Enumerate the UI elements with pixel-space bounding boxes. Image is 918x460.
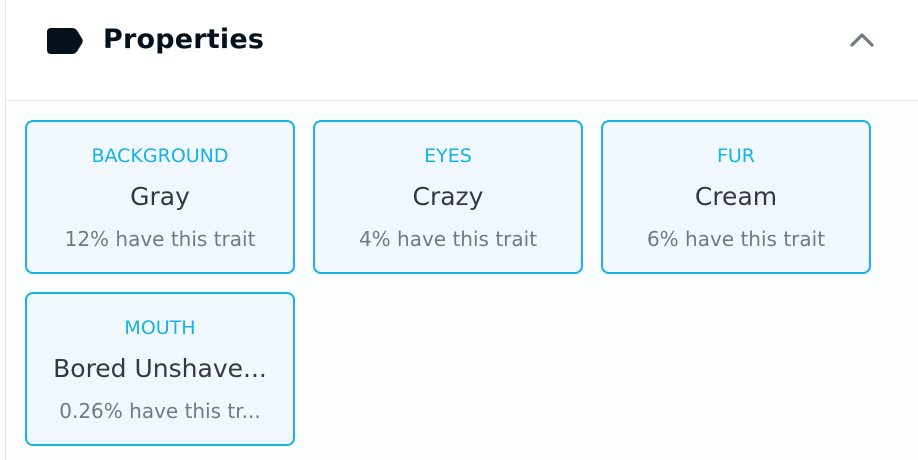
trait-value: Cream [694, 182, 778, 211]
trait-type: BACKGROUND [91, 145, 229, 167]
trait-value: Crazy [412, 182, 484, 211]
tag-icon [47, 28, 83, 54]
property-card-mouth[interactable]: MOUTH Bored Unshave... 0.26% have this t… [25, 292, 295, 446]
chevron-up-icon[interactable] [849, 30, 875, 50]
trait-value: Gray [130, 182, 190, 211]
properties-grid: BACKGROUND Gray 12% have this trait EYES… [6, 102, 918, 460]
property-card-eyes[interactable]: EYES Crazy 4% have this trait [313, 120, 583, 274]
properties-header[interactable]: Properties [6, 0, 918, 101]
trait-rarity: 12% have this trait [64, 227, 256, 251]
property-card-background[interactable]: BACKGROUND Gray 12% have this trait [25, 120, 295, 274]
property-card-fur[interactable]: FUR Cream 6% have this trait [601, 120, 871, 274]
trait-rarity: 4% have this trait [358, 227, 538, 251]
trait-type: FUR [716, 145, 756, 167]
properties-panel: Properties BACKGROUND Gray 12% have this… [5, 0, 918, 460]
trait-rarity: 0.26% have this tr... [59, 399, 261, 423]
trait-rarity: 6% have this trait [646, 227, 826, 251]
trait-type: EYES [424, 145, 472, 167]
trait-type: MOUTH [124, 317, 196, 339]
section-title: Properties [103, 24, 265, 55]
trait-value: Bored Unshave... [53, 354, 267, 383]
